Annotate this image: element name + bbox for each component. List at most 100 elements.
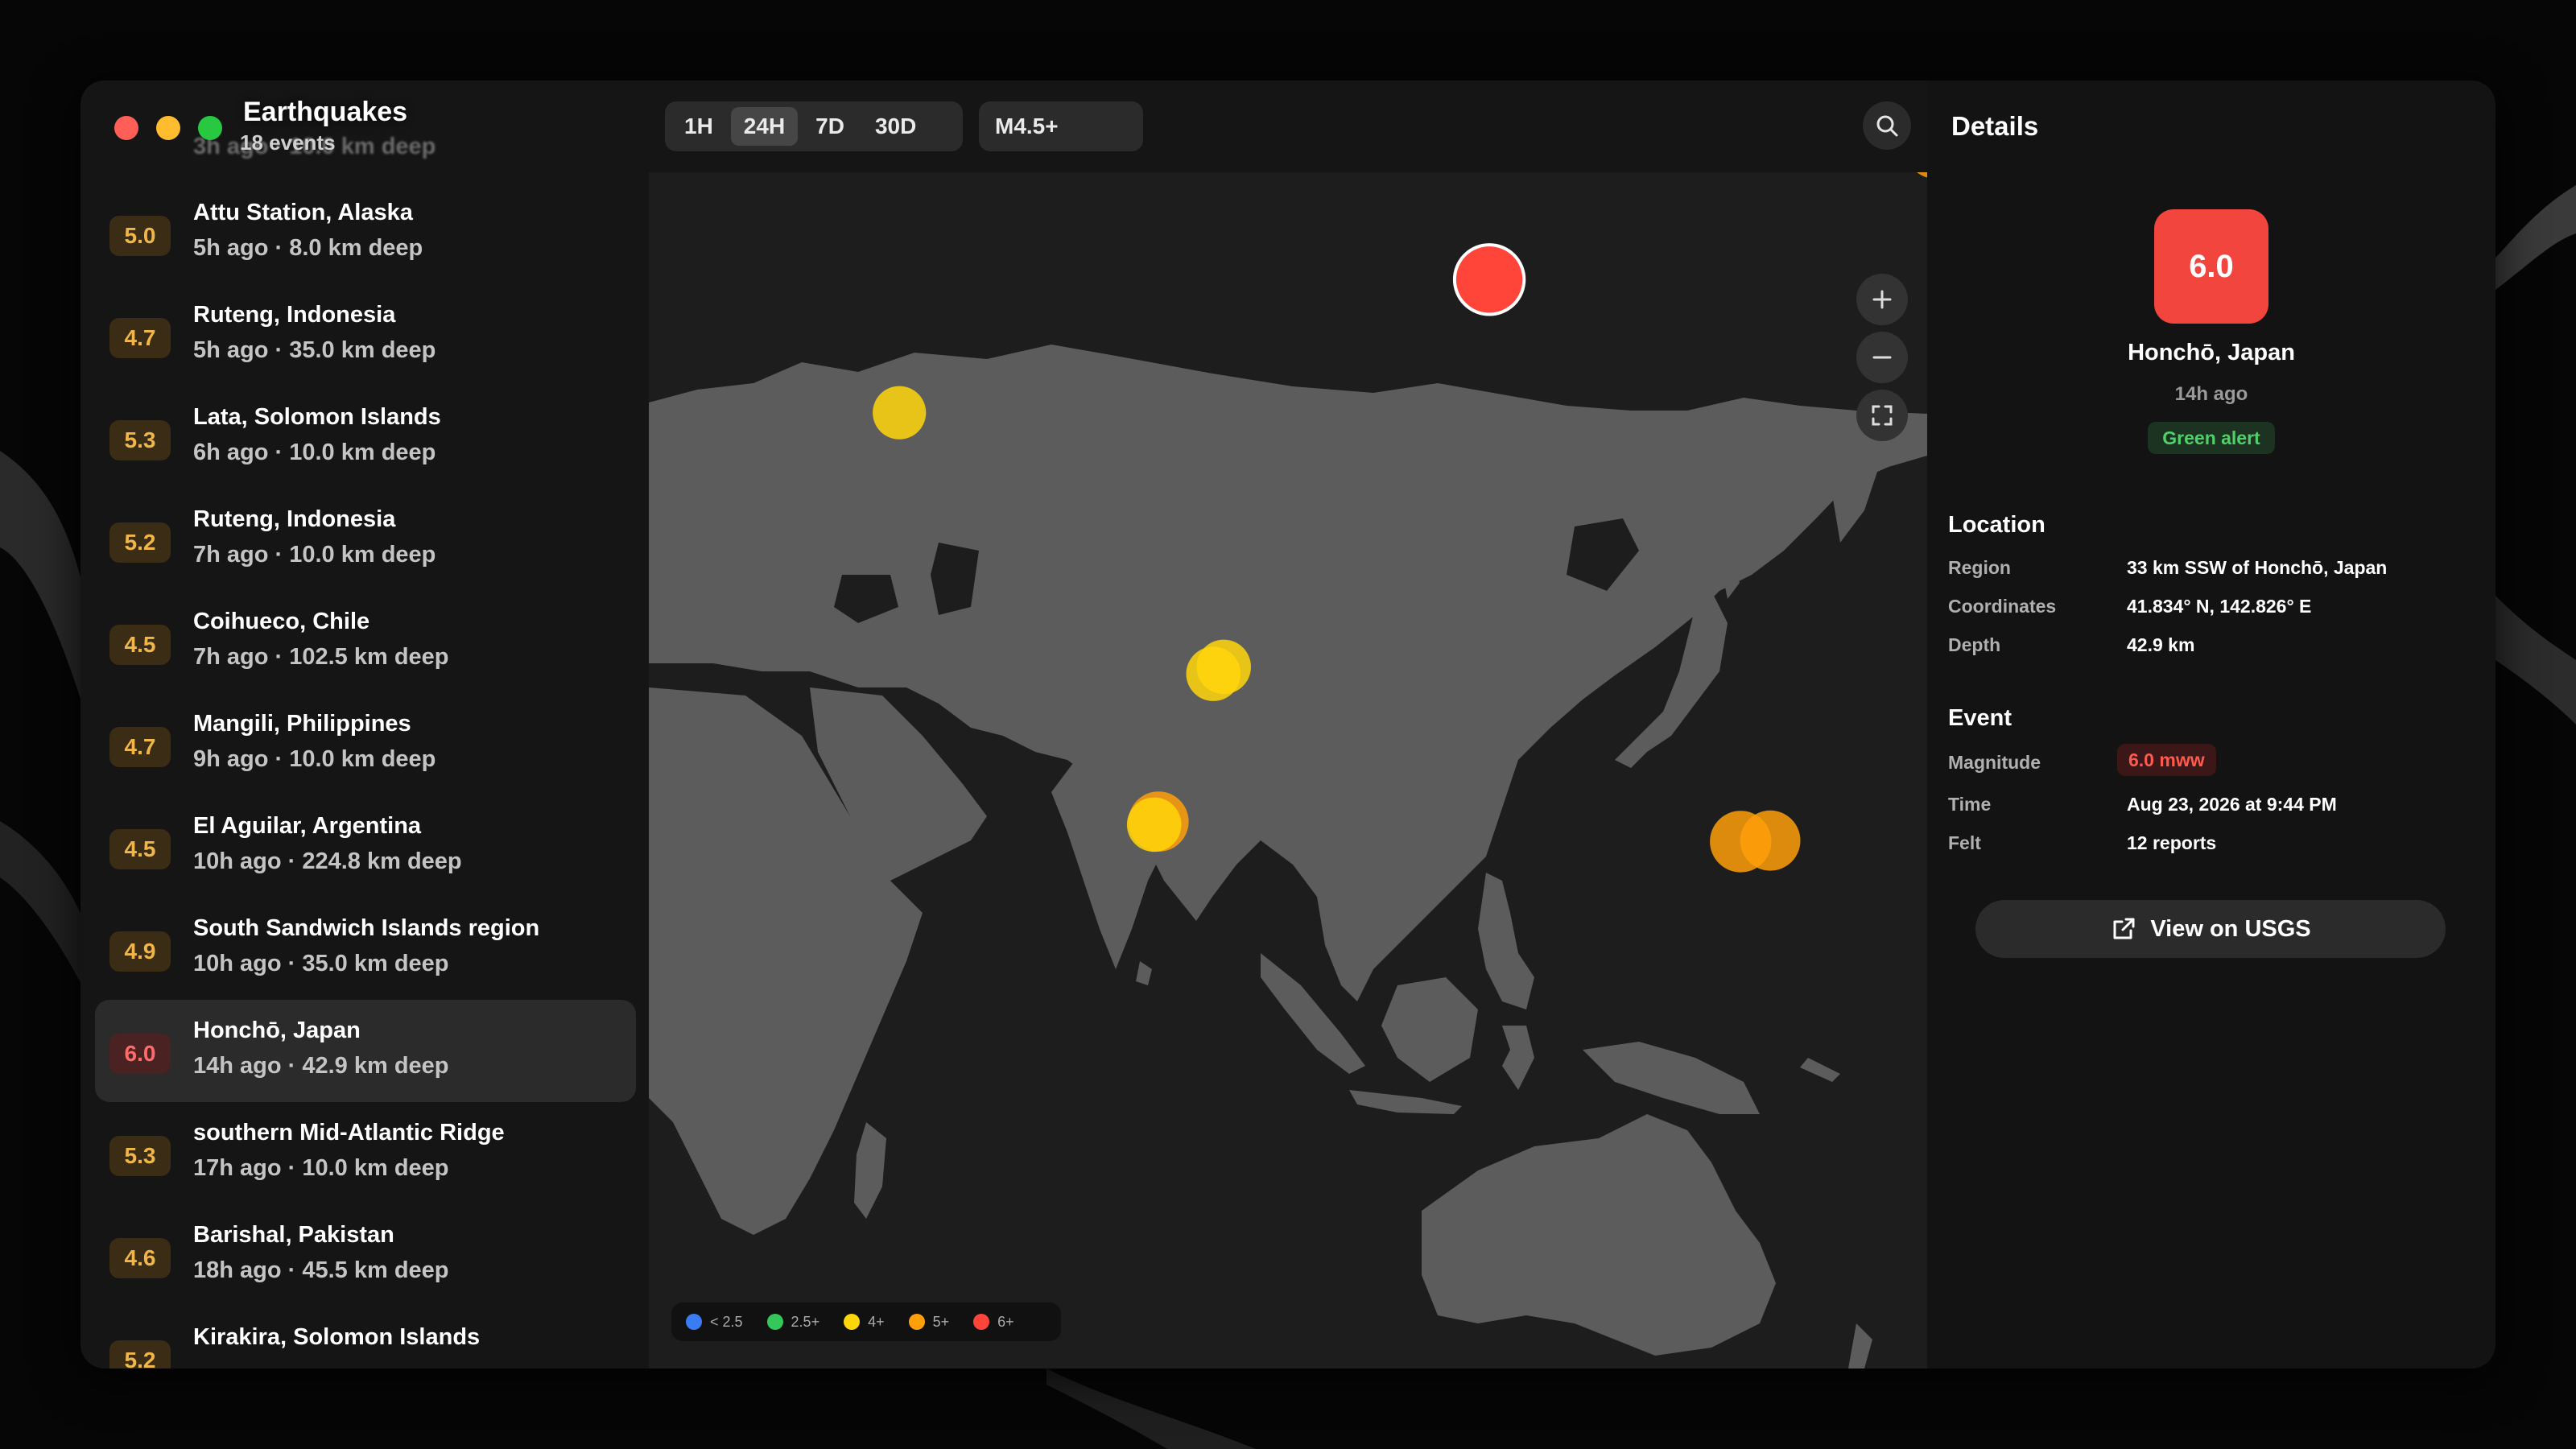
depth-value: 42.9 km <box>2127 634 2195 655</box>
external-link-icon <box>2113 918 2135 939</box>
earthquake-meta: 6h ago · 10.0 km deep <box>193 440 436 465</box>
legend-item: 6+ <box>973 1314 1014 1331</box>
magnitude-badge: 4.7 <box>109 727 171 767</box>
magnifier-icon <box>1876 115 1898 137</box>
details-title: Details <box>1951 111 2039 141</box>
earthquake-list-item[interactable]: 5.2 Kirakira, Solomon Islands <box>95 1307 636 1368</box>
felt-value: 12 reports <box>2127 832 2217 853</box>
region-value: 33 km SSW of Honchō, Japan <box>2127 557 2388 578</box>
fullscreen-button[interactable] <box>1856 390 1908 441</box>
magnitude-badge: 4.7 <box>109 318 171 358</box>
legend-dot <box>973 1314 990 1330</box>
legend-label: < 2.5 <box>710 1313 743 1330</box>
earthquake-place: Honchō, Japan <box>193 1018 361 1043</box>
magnitude-badge: 4.5 <box>109 625 171 665</box>
magnitude-filter[interactable]: M4.5+ <box>979 101 1143 151</box>
map-toolbar: 1H 24H 7D 30D M4.5+ <box>649 80 1927 172</box>
range-1h-button[interactable]: 1H <box>671 107 726 146</box>
earthquake-marker[interactable] <box>873 386 927 440</box>
coordinates-value: 41.834° N, 142.826° E <box>2127 596 2312 617</box>
earthquake-marker[interactable] <box>1186 646 1241 701</box>
time-range-selector: 1H 24H 7D 30D <box>665 101 963 151</box>
magnitude-badge: 5.0 <box>109 216 171 256</box>
time-value: Aug 23, 2026 at 9:44 PM <box>2127 794 2337 815</box>
legend-item: 5+ <box>908 1313 950 1331</box>
earthquake-place: Barishal, Pakistan <box>193 1222 394 1248</box>
earthquake-list-item[interactable]: 4.5 Coihueco, Chile 7h ago · 102.5 km deep <box>95 591 636 693</box>
legend-label: 6+ <box>997 1313 1014 1330</box>
legend-item: < 2.5 <box>686 1314 743 1331</box>
earthquake-place: Mangili, Philippines <box>193 711 411 737</box>
earthquake-list-item[interactable]: 4.5 El Aguilar, Argentina 10h ago · 224.8 … <box>95 795 636 898</box>
earthquake-place: Coihueco, Chile <box>193 609 370 634</box>
magnitude-badge: 5.3 <box>109 420 171 460</box>
range-24h-button[interactable]: 24H <box>730 107 799 146</box>
app-title: Earthquakes <box>243 97 408 127</box>
earthquake-place: South Sandwich Islands region <box>193 915 540 941</box>
legend-dot <box>766 1314 783 1330</box>
close-window-button[interactable] <box>114 116 138 140</box>
earthquake-list-item[interactable]: 4.7 Mangili, Philippines 9h ago · 10.0 km … <box>95 693 636 795</box>
minus-icon <box>1872 356 1892 359</box>
earthquake-meta: 17h ago · 10.0 km deep <box>193 1155 449 1181</box>
magnitude-label: Magnitude <box>1948 752 2041 773</box>
magnitude-badge: 5.3 <box>109 1136 171 1176</box>
details-panel: Details 6.0 Honchō, Japan 14h ago Green … <box>1927 80 2496 1368</box>
expand-icon <box>1872 405 1893 426</box>
sidebar: 3h ago · 10.0 km deep Earthquakes 18 eve… <box>80 80 649 1368</box>
earthquake-meta: 5h ago · 35.0 km deep <box>193 337 436 363</box>
earthquake-meta: 9h ago · 10.0 km deep <box>193 746 436 772</box>
view-on-usgs-label: View on USGS <box>2150 915 2311 942</box>
earthquake-marker[interactable] <box>1452 243 1526 316</box>
earthquake-list-item[interactable]: 4.9 South Sandwich Islands region 10h ago … <box>95 898 636 1000</box>
earthquake-meta: 10h ago · 224.8 km deep <box>193 848 462 874</box>
earthquake-list-item[interactable]: 5.0 Attu Station, Alaska 5h ago · 8.0 km d… <box>95 182 636 284</box>
map-area: 1H 24H 7D 30D M4.5+ < 2.5 2.5+ 4+ 5+ 6+ <box>649 80 1927 1368</box>
zoom-out-button[interactable] <box>1856 332 1908 383</box>
event-time-ago: 14h ago <box>2174 383 2248 405</box>
earthquake-place: Kirakira, Solomon Islands <box>193 1324 481 1350</box>
earthquake-list-item[interactable]: 5.2 Ruteng, Indonesia 7h ago · 10.0 km dee… <box>95 489 636 591</box>
magnitude-badge: 6.0 <box>109 1034 171 1074</box>
earthquake-list-item[interactable]: 5.3 Lata, Solomon Islands 6h ago · 10.0 km… <box>95 386 636 489</box>
legend-item: 4+ <box>844 1314 885 1331</box>
legend-dot <box>686 1314 702 1330</box>
earthquake-meta: 7h ago · 102.5 km deep <box>193 644 449 670</box>
time-label: Time <box>1948 794 1992 815</box>
region-label: Region <box>1948 557 2011 578</box>
location-heading: Location <box>1948 512 2046 538</box>
magnitude-badge: 5.2 <box>109 1340 171 1368</box>
earthquake-list-item[interactable]: 4.6 Barishal, Pakistan 18h ago · 45.5 km d… <box>95 1204 636 1307</box>
earthquake-list-item[interactable]: 4.7 Ruteng, Indonesia 5h ago · 35.0 km dee… <box>95 284 636 386</box>
zoom-window-button[interactable] <box>198 116 222 140</box>
zoom-in-button[interactable] <box>1856 274 1908 325</box>
range-30d-button[interactable]: 30D <box>862 107 929 146</box>
magnitude-legend: < 2.5 2.5+ 4+ 5+ 6+ <box>671 1302 1061 1341</box>
legend-label: 5+ <box>932 1313 950 1330</box>
view-on-usgs-button[interactable]: View on USGS <box>1975 900 2446 958</box>
depth-label: Depth <box>1948 634 2001 655</box>
earthquake-place: Ruteng, Indonesia <box>193 506 396 532</box>
magnitude-badge: 4.5 <box>109 829 171 869</box>
earthquake-place: southern Mid-Atlantic Ridge <box>193 1120 505 1146</box>
minimize-window-button[interactable] <box>156 116 180 140</box>
earthquake-meta: 5h ago · 8.0 km deep <box>193 235 423 261</box>
earthquake-list-item[interactable]: 6.0 Honchō, Japan 14h ago · 42.9 km deep <box>95 1000 636 1102</box>
magnitude-value: 6.0 mww <box>2117 744 2216 776</box>
earthquake-place: Ruteng, Indonesia <box>193 302 396 328</box>
range-7d-button[interactable]: 7D <box>803 107 857 146</box>
plus-icon <box>1872 290 1892 309</box>
magnitude-badge: 4.9 <box>109 931 171 972</box>
legend-label: 2.5+ <box>791 1313 820 1330</box>
legend-item: 2.5+ <box>766 1313 820 1331</box>
coordinates-label: Coordinates <box>1948 596 2057 617</box>
earthquake-meta: 7h ago · 10.0 km deep <box>193 542 436 568</box>
earthquake-list-item[interactable]: 5.3 southern Mid-Atlantic Ridge 17h ago · … <box>95 1102 636 1204</box>
magnitude-badge: 6.0 <box>2154 209 2268 324</box>
legend-label: 4+ <box>868 1313 885 1330</box>
earthquake-marker[interactable] <box>1126 797 1182 852</box>
earthquake-list: 5.0 Attu Station, Alaska 5h ago · 8.0 km d… <box>95 182 636 1368</box>
earthquake-marker[interactable] <box>1740 810 1801 871</box>
world-map[interactable] <box>649 172 1927 1368</box>
search-button[interactable] <box>1863 101 1911 150</box>
